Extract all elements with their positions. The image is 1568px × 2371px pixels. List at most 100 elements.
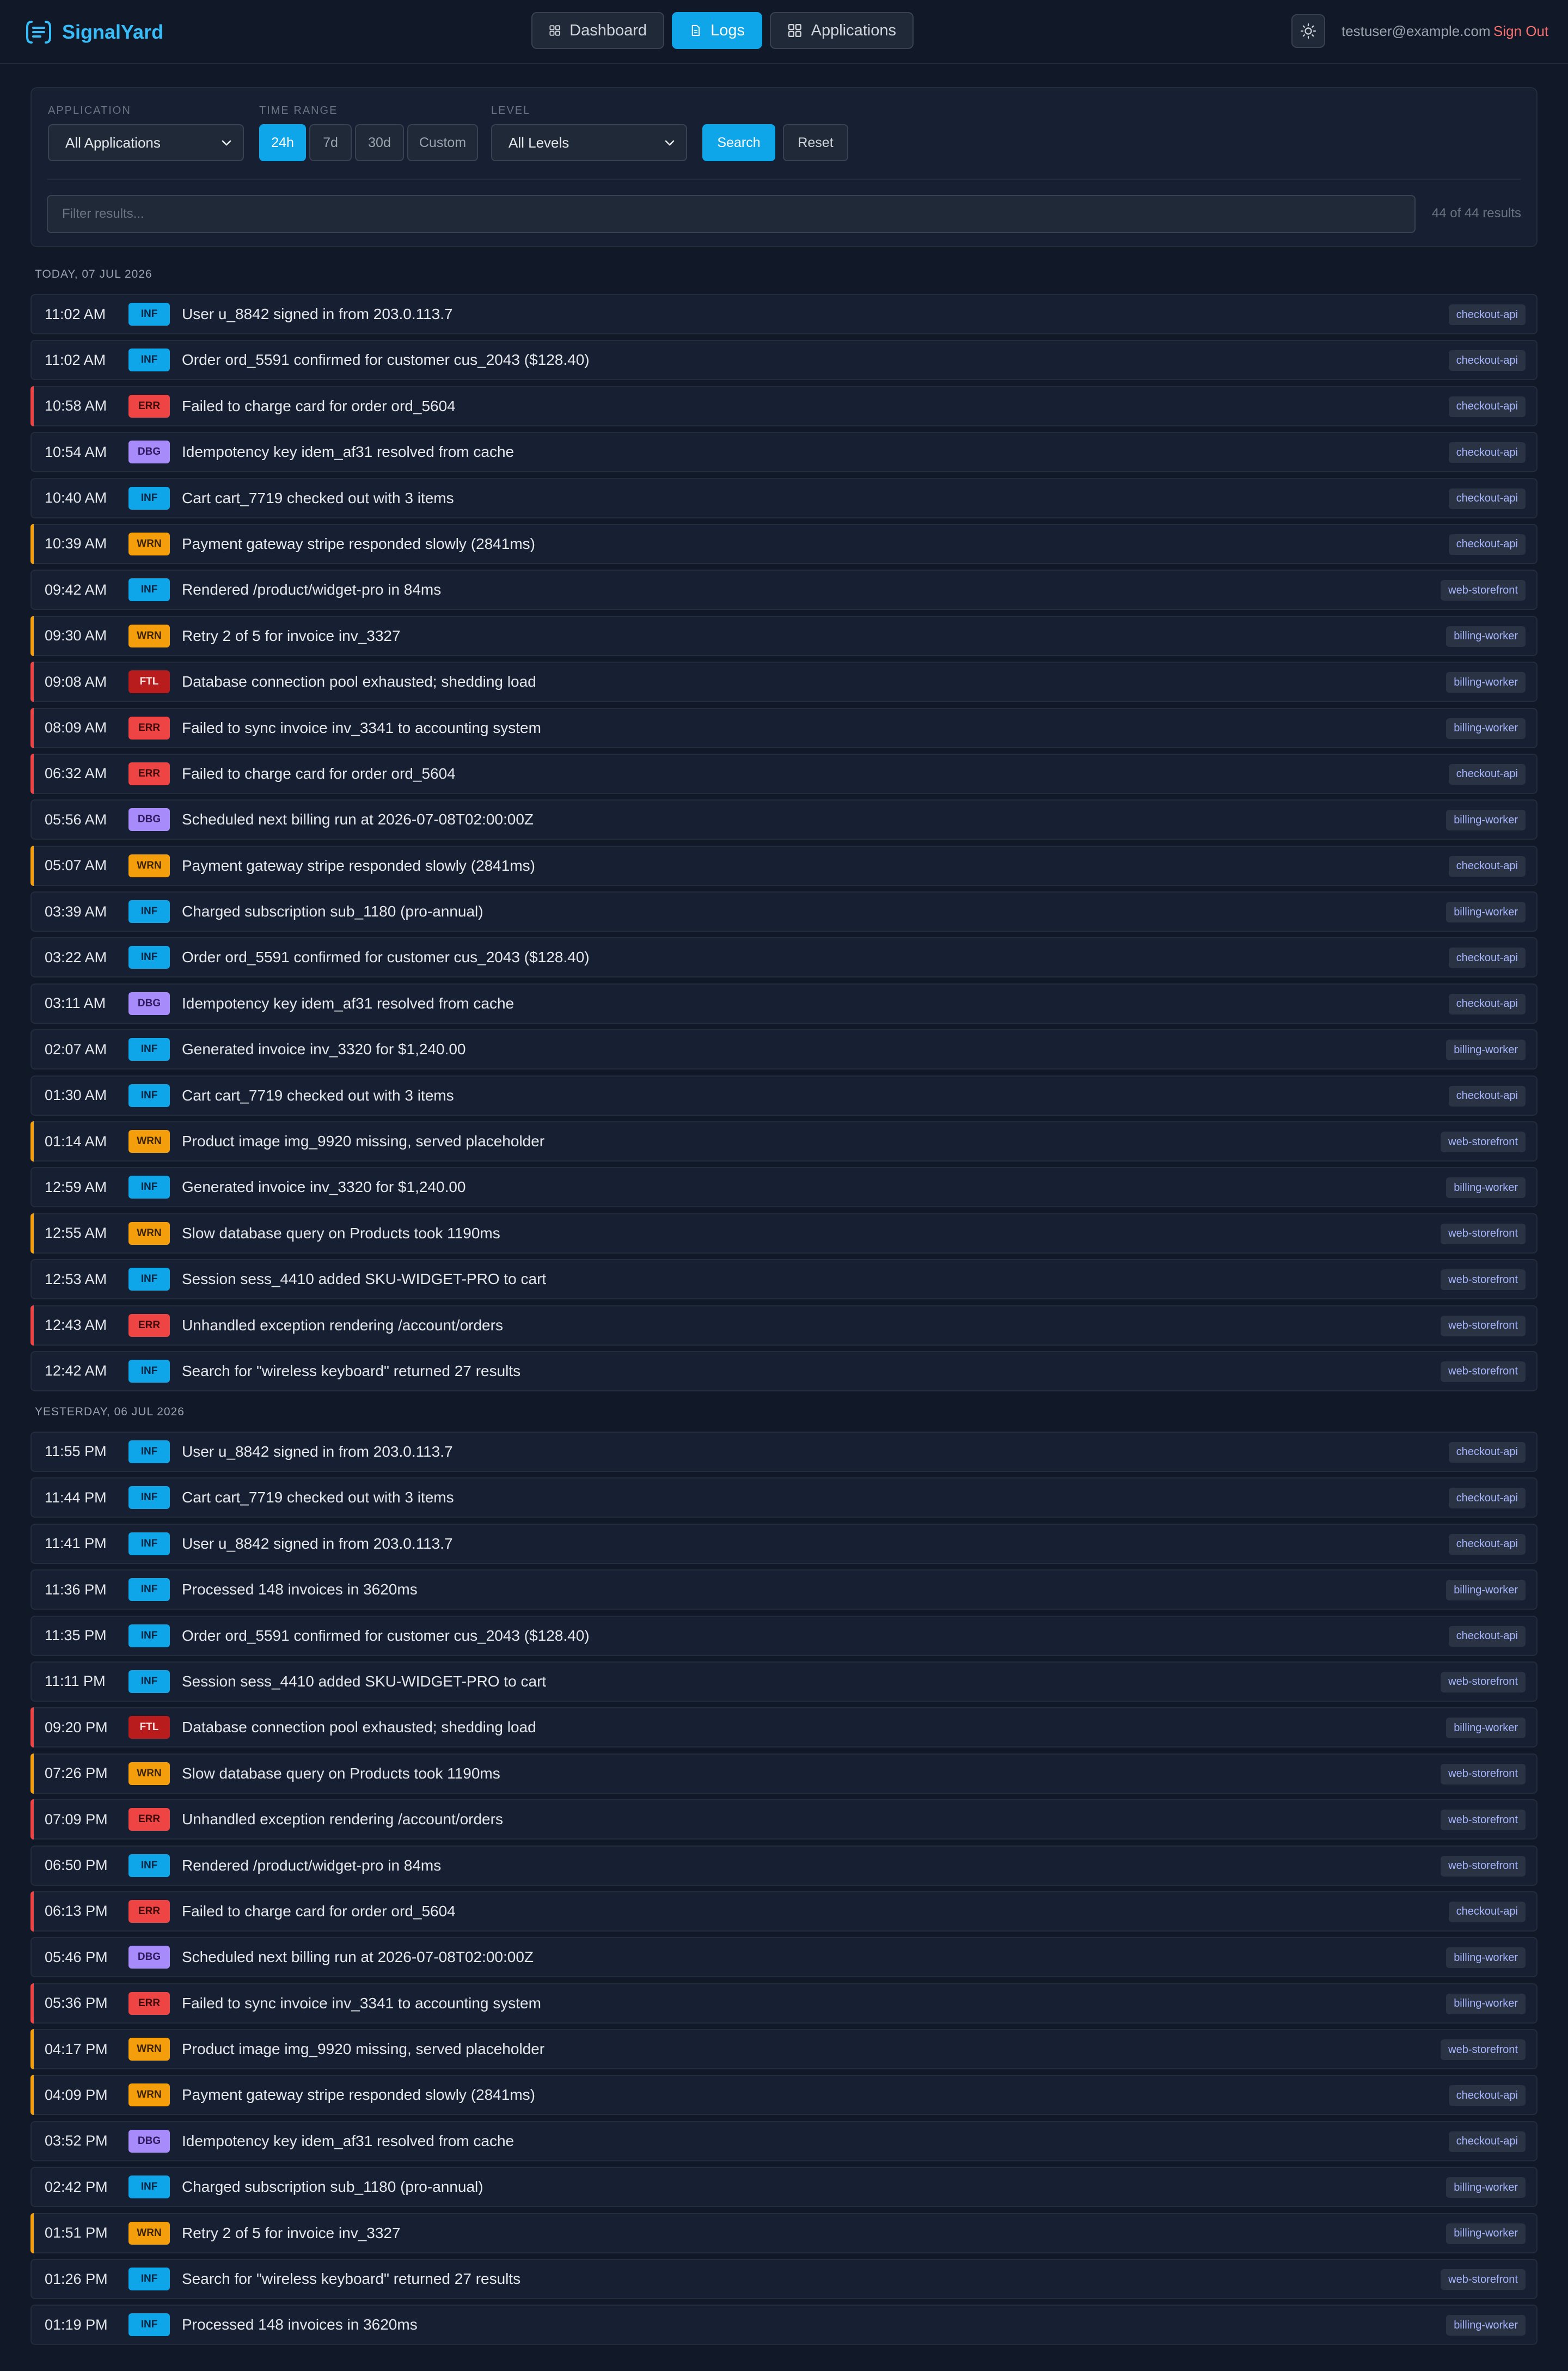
- log-row[interactable]: 03:52 PM DBG Idempotency key idem_af31 res…: [30, 2121, 1538, 2161]
- level-stripe: [30, 707, 34, 748]
- log-time: 03:39 AM: [45, 903, 107, 920]
- reset-button[interactable]: Reset: [783, 124, 848, 161]
- log-row[interactable]: 02:07 AM INF Generated invoice inv_3320 fo…: [30, 1029, 1538, 1070]
- level-badge: ERR: [128, 1313, 170, 1337]
- log-row[interactable]: 01:26 PM INF Search for "wireless keyboard…: [30, 2259, 1538, 2300]
- level-badge: WRN: [128, 1221, 170, 1245]
- log-row[interactable]: 11:35 PM INF Order ord_5591 confirmed for …: [30, 1615, 1538, 1656]
- log-message: Failed to charge card for order ord_5604: [182, 765, 456, 782]
- log-row[interactable]: 11:11 PM INF Session sess_4410 added SKU-W…: [30, 1661, 1538, 1702]
- log-row[interactable]: 09:08 AM FTL Database connection pool exha…: [30, 662, 1538, 702]
- log-row[interactable]: 06:32 AM ERR Failed to charge card for ord…: [30, 753, 1538, 794]
- log-message: Session sess_4410 added SKU-WIDGET-PRO t…: [182, 1270, 547, 1288]
- log-row[interactable]: 12:43 AM ERR Unhandled exception rendering…: [30, 1305, 1538, 1346]
- time-range-24h-button[interactable]: 24h: [259, 124, 306, 161]
- search-button[interactable]: Search: [702, 124, 775, 161]
- filter-results-input[interactable]: Filter results...: [47, 195, 1416, 233]
- log-row[interactable]: 06:50 PM INF Rendered /product/widget-pro …: [30, 1845, 1538, 1886]
- log-time: 11:36 PM: [45, 1581, 107, 1598]
- level-stripe: [30, 2213, 34, 2253]
- log-time: 06:32 AM: [45, 765, 107, 782]
- log-row[interactable]: 09:30 AM WRN Retry 2 of 5 for invoice inv_…: [30, 615, 1538, 656]
- log-row[interactable]: 11:55 PM INF User u_8842 signed in from 20…: [30, 1431, 1538, 1472]
- app-tag: checkout-api: [1448, 1901, 1526, 1922]
- log-row[interactable]: 07:26 PM WRN Slow database query on Produc…: [30, 1753, 1538, 1794]
- log-row[interactable]: 11:36 PM INF Processed 148 invoices in 362…: [30, 1569, 1538, 1610]
- log-message: Scheduled next billing run at 2026-07-08…: [182, 1948, 534, 1966]
- log-row[interactable]: 07:09 PM ERR Unhandled exception rendering…: [30, 1799, 1538, 1840]
- log-row[interactable]: 11:44 PM INF Cart cart_7719 checked out wi…: [30, 1477, 1538, 1518]
- level-badge: WRN: [128, 854, 170, 877]
- sign-out-link[interactable]: Sign Out: [1493, 23, 1548, 40]
- log-row[interactable]: 10:40 AM INF Cart cart_7719 checked out wi…: [30, 478, 1538, 518]
- log-row[interactable]: 03:39 AM INF Charged subscription sub_1180…: [30, 891, 1538, 932]
- log-row[interactable]: 12:59 AM INF Generated invoice inv_3320 fo…: [30, 1167, 1538, 1208]
- log-time: 10:58 AM: [45, 398, 107, 414]
- level-badge: INF: [128, 1440, 170, 1463]
- log-row[interactable]: 01:19 PM INF Processed 148 invoices in 362…: [30, 2305, 1538, 2345]
- log-row[interactable]: 08:09 AM ERR Failed to sync invoice inv_33…: [30, 707, 1538, 748]
- app-tag: checkout-api: [1448, 534, 1526, 555]
- log-row[interactable]: 04:17 PM WRN Product image img_9920 missin…: [30, 2029, 1538, 2070]
- app-tag: billing-worker: [1446, 902, 1526, 923]
- log-row[interactable]: 05:46 PM DBG Scheduled next billing run at…: [30, 1937, 1538, 1978]
- log-row[interactable]: 12:42 AM INF Search for "wireless keyboard…: [30, 1351, 1538, 1391]
- log-row[interactable]: 11:41 PM INF User u_8842 signed in from 20…: [30, 1523, 1538, 1564]
- log-row[interactable]: 03:22 AM INF Order ord_5591 confirmed for …: [30, 937, 1538, 978]
- level-stripe: [30, 2075, 34, 2116]
- log-time: 02:42 PM: [45, 2178, 108, 2195]
- log-row[interactable]: 05:07 AM WRN Payment gateway stripe respon…: [30, 845, 1538, 886]
- application-select[interactable]: All Applications: [48, 124, 244, 161]
- time-range-30d-button[interactable]: 30d: [355, 124, 404, 161]
- log-message: Unhandled exception rendering /account/o…: [182, 1811, 503, 1828]
- level-badge: WRN: [128, 2038, 170, 2061]
- log-row[interactable]: 12:55 AM WRN Slow database query on Produc…: [30, 1213, 1538, 1254]
- log-time: 11:11 PM: [45, 1673, 106, 1690]
- nav-applications-button[interactable]: Applications: [770, 12, 914, 49]
- level-stripe: [30, 1753, 34, 1794]
- log-row[interactable]: 01:14 AM WRN Product image img_9920 missin…: [30, 1121, 1538, 1162]
- log-message: Retry 2 of 5 for invoice inv_3327: [182, 2224, 401, 2241]
- log-row[interactable]: 06:13 PM ERR Failed to charge card for ord…: [30, 1891, 1538, 1932]
- level-badge: INF: [128, 2313, 170, 2337]
- log-row[interactable]: 10:54 AM DBG Idempotency key idem_af31 res…: [30, 432, 1538, 473]
- theme-toggle-button[interactable]: [1291, 14, 1325, 48]
- app-tag: web-storefront: [1441, 1223, 1526, 1244]
- level-select[interactable]: All Levels: [491, 124, 687, 161]
- brand[interactable]: SignalYard: [24, 17, 163, 47]
- level-stripe: [30, 1707, 34, 1748]
- level-badge: ERR: [128, 1899, 170, 1923]
- log-row[interactable]: 12:53 AM INF Session sess_4410 added SKU-W…: [30, 1259, 1538, 1300]
- log-row[interactable]: 09:20 PM FTL Database connection pool exha…: [30, 1707, 1538, 1748]
- time-range-custom-button[interactable]: Custom: [407, 124, 478, 161]
- log-row[interactable]: 04:09 PM WRN Payment gateway stripe respon…: [30, 2075, 1538, 2116]
- log-time: 09:42 AM: [45, 581, 107, 598]
- log-message: Rendered /product/widget-pro in 84ms: [182, 1856, 442, 1874]
- log-time: 07:26 PM: [45, 1765, 108, 1782]
- nav-dashboard-button[interactable]: Dashboard: [531, 12, 664, 49]
- log-message: User u_8842 signed in from 203.0.113.7: [182, 305, 453, 322]
- log-row[interactable]: 10:39 AM WRN Payment gateway stripe respon…: [30, 523, 1538, 564]
- log-row[interactable]: 11:02 AM INF Order ord_5591 confirmed for …: [30, 340, 1538, 381]
- level-badge: INF: [128, 1268, 170, 1291]
- log-message: User u_8842 signed in from 203.0.113.7: [182, 1443, 453, 1460]
- log-message: Product image img_9920 missing, served p…: [182, 1133, 545, 1150]
- level-badge: WRN: [128, 532, 170, 555]
- time-range-7d-button[interactable]: 7d: [309, 124, 352, 161]
- log-row[interactable]: 03:11 AM DBG Idempotency key idem_af31 res…: [30, 983, 1538, 1024]
- nav-applications-label: Applications: [811, 21, 896, 39]
- nav-logs-button[interactable]: Logs: [672, 12, 762, 49]
- log-row[interactable]: 01:30 AM INF Cart cart_7719 checked out wi…: [30, 1075, 1538, 1116]
- log-time: 01:30 AM: [45, 1087, 107, 1104]
- log-row[interactable]: 09:42 AM INF Rendered /product/widget-pro …: [30, 570, 1538, 610]
- app-tag: web-storefront: [1441, 580, 1526, 601]
- level-badge: INF: [128, 2176, 170, 2199]
- log-row[interactable]: 05:36 PM ERR Failed to sync invoice inv_33…: [30, 1983, 1538, 2024]
- app-tag: checkout-api: [1448, 1441, 1526, 1463]
- log-row[interactable]: 02:42 PM INF Charged subscription sub_1180…: [30, 2167, 1538, 2208]
- log-message: Processed 148 invoices in 3620ms: [182, 1581, 418, 1598]
- log-row[interactable]: 11:02 AM INF User u_8842 signed in from 20…: [30, 294, 1538, 334]
- log-row[interactable]: 01:51 PM WRN Retry 2 of 5 for invoice inv_…: [30, 2213, 1538, 2253]
- log-row[interactable]: 10:58 AM ERR Failed to charge card for ord…: [30, 386, 1538, 426]
- log-row[interactable]: 05:56 AM DBG Scheduled next billing run at…: [30, 799, 1538, 840]
